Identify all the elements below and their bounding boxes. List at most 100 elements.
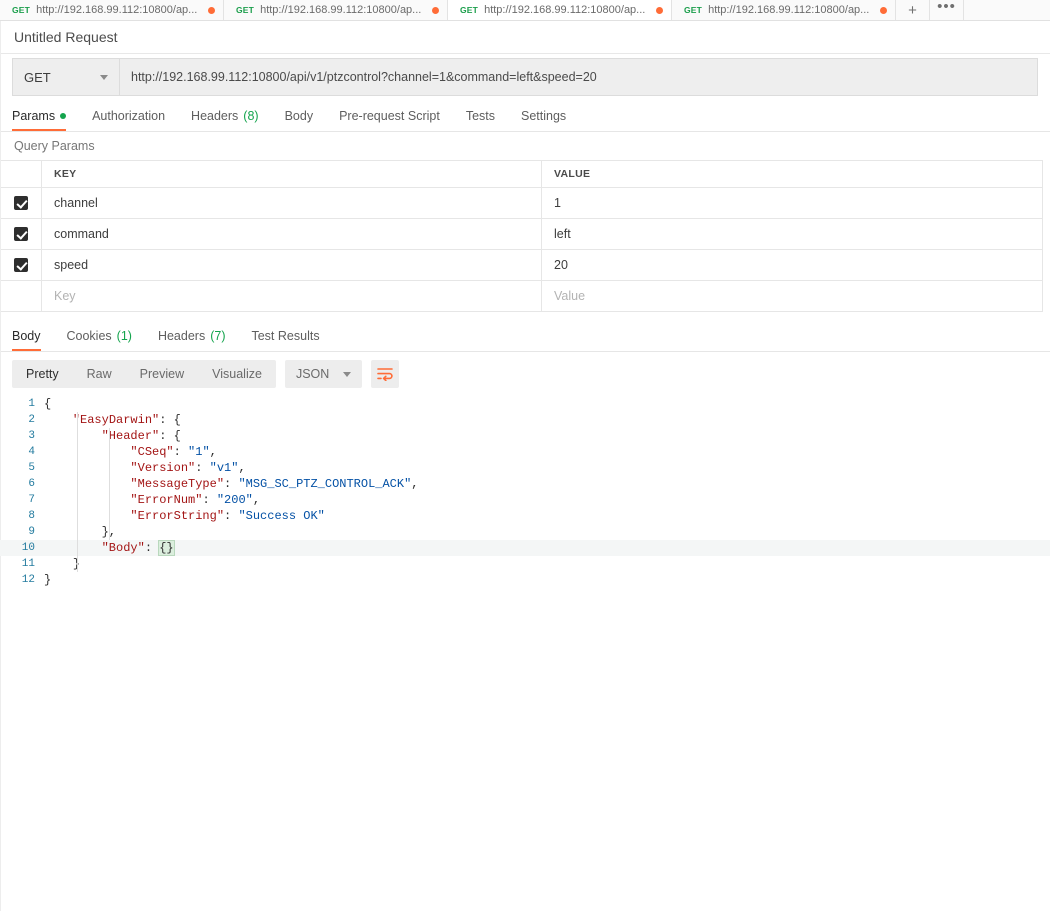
row-checkbox[interactable] — [13, 196, 28, 210]
tab-params[interactable]: Params — [12, 100, 79, 131]
response-tab-test-results-label: Test Results — [251, 328, 320, 343]
view-preview-button[interactable]: Preview — [126, 360, 198, 388]
view-visualize-button[interactable]: Visualize — [198, 360, 276, 388]
word-wrap-button[interactable] — [371, 360, 400, 388]
line-number: 3 — [28, 430, 35, 442]
line-text: } — [44, 556, 1050, 572]
tab-options-button[interactable]: ••• — [930, 0, 964, 20]
plus-icon: + — [908, 1, 917, 19]
code-line: 9 }, — [0, 524, 1050, 540]
tab-settings[interactable]: Settings — [508, 100, 579, 131]
response-format-selector[interactable]: JSON — [284, 360, 363, 388]
code-line: 2 "EasyDarwin": { — [0, 412, 1050, 428]
new-key-placeholder: Key — [54, 289, 76, 303]
response-tab-cookies[interactable]: Cookies (1) — [54, 320, 145, 351]
tab-settings-label: Settings — [521, 108, 567, 123]
row-value-cell[interactable]: 20 — [542, 250, 1043, 280]
response-tab-headers[interactable]: Headers (7) — [145, 320, 239, 351]
table-row-empty[interactable]: Key Value — [0, 281, 1043, 312]
row-key-cell[interactable]: channel — [42, 188, 542, 218]
response-view-switcher: Pretty Raw Preview Visualize — [12, 360, 276, 388]
code-lines: 1{2 "EasyDarwin": {3 "Header": {4 "CSeq"… — [0, 396, 1050, 588]
request-title[interactable]: Untitled Request — [14, 29, 118, 45]
response-tab-test-results[interactable]: Test Results — [238, 320, 332, 351]
row-checkbox-cell[interactable] — [0, 250, 42, 280]
row-checkbox-cell[interactable] — [0, 219, 42, 249]
line-text: { — [44, 397, 52, 411]
url-input[interactable]: http://192.168.99.112:10800/api/v1/ptzco… — [119, 58, 1038, 96]
table-row[interactable]: speed 20 — [0, 250, 1043, 281]
line-number: 5 — [28, 462, 35, 474]
row-key-cell[interactable]: speed — [42, 250, 542, 280]
line-text: }, — [44, 524, 1050, 540]
line-number: 4 — [28, 446, 35, 458]
tab-pre-request-script[interactable]: Pre-request Script — [326, 100, 453, 131]
row-value-cell[interactable]: 1 — [542, 188, 1043, 218]
response-tab-body[interactable]: Body — [12, 320, 54, 351]
response-tab-cookies-count: (1) — [116, 328, 132, 343]
row-checkbox[interactable] — [13, 258, 28, 272]
new-key-input[interactable]: Key — [42, 281, 542, 311]
line-number: 1 — [28, 398, 35, 410]
tab-pre-request-script-label: Pre-request Script — [339, 108, 440, 123]
tab-headers[interactable]: Headers (8) — [178, 100, 272, 131]
code-line: 6 "MessageType": "MSG_SC_PTZ_CONTROL_ACK… — [0, 476, 1050, 492]
code-line: 1{ — [0, 396, 1050, 412]
table-row[interactable]: command left — [0, 219, 1043, 250]
line-number: 2 — [28, 414, 35, 426]
tab-headers-label: Headers — [191, 108, 239, 123]
response-view-toolbar: Pretty Raw Preview Visualize JSON — [0, 352, 1050, 396]
url-text: http://192.168.99.112:10800/api/v1/ptzco… — [131, 70, 597, 84]
row-checkbox-cell[interactable] — [0, 188, 42, 218]
line-number: 6 — [28, 478, 35, 490]
tab-body-label: Body — [284, 108, 314, 123]
request-tab-1[interactable]: GET http://192.168.99.112:10800/ap... — [0, 0, 224, 20]
row-checkbox[interactable] — [13, 227, 28, 241]
line-number: 9 — [28, 526, 35, 538]
unsaved-indicator-icon — [656, 6, 663, 14]
url-row: GET http://192.168.99.112:10800/api/v1/p… — [0, 54, 1050, 100]
response-tab-cookies-label: Cookies — [66, 328, 112, 343]
row-value-text: 1 — [554, 196, 561, 210]
response-section-tabs: Body Cookies (1) Headers (7) Test Result… — [0, 320, 1050, 352]
new-tab-button[interactable]: + — [896, 0, 930, 20]
line-number: 8 — [28, 510, 35, 522]
tab-body[interactable]: Body — [272, 100, 327, 131]
request-tab-2[interactable]: GET http://192.168.99.112:10800/ap... — [224, 0, 448, 20]
response-tab-body-label: Body — [12, 328, 41, 343]
table-row[interactable]: channel 1 — [0, 188, 1043, 219]
response-tab-headers-count: (7) — [210, 328, 226, 343]
row-key-cell[interactable]: command — [42, 219, 542, 249]
line-text: "EasyDarwin": { — [72, 413, 181, 427]
method-label: GET — [24, 69, 51, 85]
line-number: 7 — [28, 494, 35, 506]
tab-method-label: GET — [460, 5, 479, 15]
method-selector[interactable]: GET — [12, 58, 119, 96]
code-line: 4 "CSeq": "1", — [0, 444, 1050, 460]
code-line: 5 "Version": "v1", — [0, 460, 1050, 476]
tab-authorization[interactable]: Authorization — [79, 100, 178, 131]
row-checkbox-cell-empty — [0, 281, 42, 311]
row-value-cell[interactable]: left — [542, 219, 1043, 249]
line-number: 11 — [21, 558, 35, 570]
request-section-tabs: Params Authorization Headers (8) Body Pr… — [0, 100, 1050, 132]
chevron-down-icon — [100, 74, 108, 80]
response-format-label: JSON — [295, 367, 330, 381]
response-body-code[interactable]: 1{2 "EasyDarwin": {3 "Header": {4 "CSeq"… — [0, 396, 1050, 588]
table-header-row: KEY VALUE — [0, 161, 1043, 188]
unsaved-indicator-icon — [432, 6, 439, 14]
request-tab-3[interactable]: GET http://192.168.99.112:10800/ap... — [448, 0, 672, 20]
column-header-key: KEY — [54, 168, 77, 180]
view-raw-button[interactable]: Raw — [73, 360, 126, 388]
view-pretty-button[interactable]: Pretty — [12, 360, 73, 388]
column-header-value: VALUE — [554, 168, 591, 180]
new-value-input[interactable]: Value — [542, 281, 1043, 311]
query-params-table: KEY VALUE channel 1 command left speed 2… — [0, 160, 1043, 312]
line-number: 12 — [21, 574, 35, 586]
tab-url-label: http://192.168.99.112:10800/ap... — [484, 4, 646, 16]
request-tab-4[interactable]: GET http://192.168.99.112:10800/ap... — [672, 0, 896, 20]
row-value-text: 20 — [554, 258, 568, 272]
params-modified-icon — [60, 112, 67, 119]
line-text: "CSeq": "1", — [130, 445, 217, 459]
tab-tests[interactable]: Tests — [453, 100, 508, 131]
